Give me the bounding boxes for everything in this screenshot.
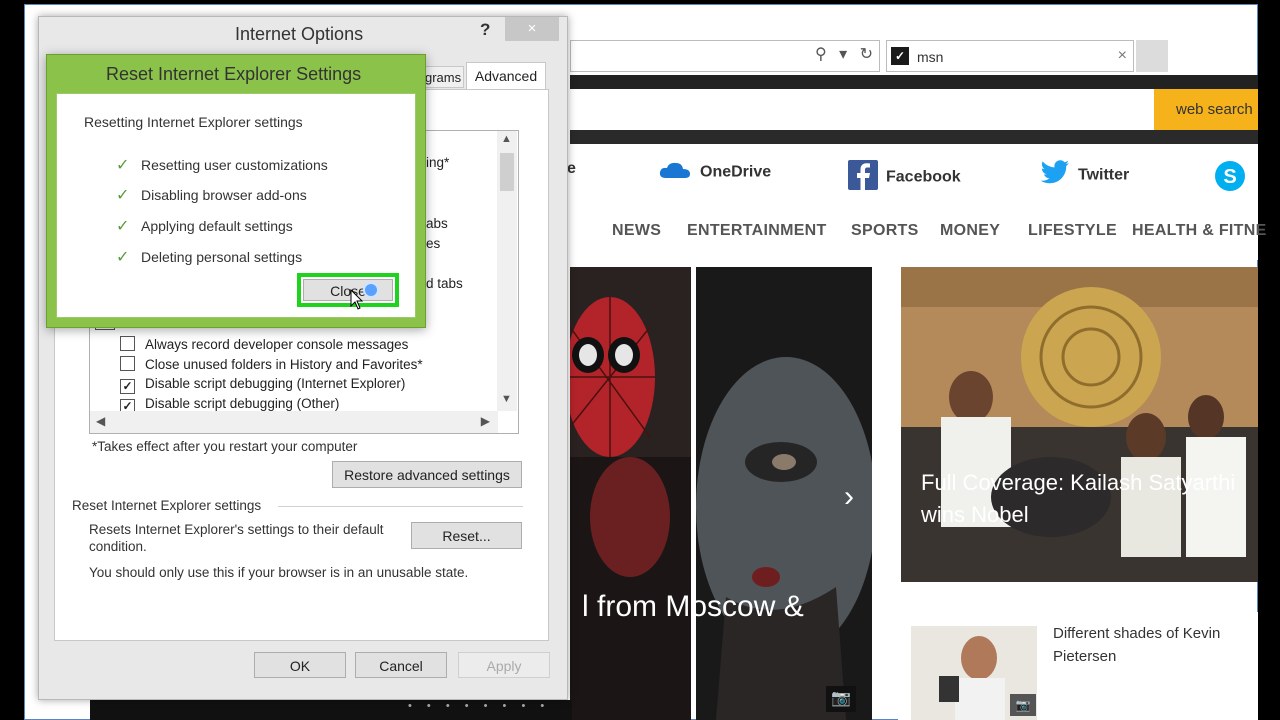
news-card-title[interactable]: Different shades of Kevin Pietersen — [1053, 622, 1253, 668]
setting-label: Close unused folders in History and Favo… — [145, 357, 423, 372]
msn-logo-icon: ✓ — [891, 47, 909, 65]
checkmark-icon: ✓ — [116, 157, 130, 174]
tab-title: msn — [917, 49, 944, 65]
address-bar-icons[interactable]: ⚲ ▾ ↻ — [815, 44, 877, 64]
news-caption[interactable]: Full Coverage: Kailash Satyarthi wins No… — [921, 467, 1251, 531]
vertical-scrollbar[interactable]: ▲ ▼ — [497, 131, 517, 411]
header-bar-lower — [570, 130, 1258, 144]
nav-lifestyle[interactable]: LIFESTYLE — [1028, 222, 1117, 240]
reset-step: ✓ Applying default settings — [116, 216, 293, 236]
quick-link-label: Facebook — [886, 168, 961, 186]
nav-money[interactable]: MONEY — [940, 222, 1000, 240]
reset-button[interactable]: Reset... — [411, 522, 522, 549]
checkbox-checked-icon[interactable]: ✓ — [120, 379, 135, 394]
setting-partial-text: ing* — [426, 155, 450, 170]
setting-partial-text: es — [426, 236, 441, 251]
facebook-icon — [848, 160, 878, 195]
setting-label: Disable script debugging (Internet Explo… — [145, 376, 406, 391]
hero-image-spiderman[interactable] — [570, 267, 691, 720]
horizontal-scrollbar[interactable]: ◀ ▶ — [90, 411, 498, 433]
checkbox-icon[interactable] — [120, 356, 135, 371]
reset-step-label: Deleting personal settings — [141, 249, 303, 265]
help-button[interactable]: ? — [480, 20, 490, 40]
hero-caption[interactable]: l from Moscow & — [582, 590, 804, 624]
unusable-note: You should only use this if your browser… — [89, 565, 469, 580]
reset-group-label: Reset Internet Explorer settings — [72, 498, 262, 513]
quick-link-label: Twitter — [1078, 166, 1130, 184]
setting-label: Disable script debugging (Other) — [145, 396, 340, 411]
camera-icon: 📷 — [1010, 694, 1036, 716]
skype-icon: S — [1214, 160, 1246, 197]
new-tab-button[interactable] — [1136, 40, 1168, 72]
reset-progress-label: Resetting Internet Explorer settings — [84, 114, 303, 130]
group-divider — [278, 506, 523, 507]
reset-step-label: Disabling browser add-ons — [141, 187, 307, 203]
checkmark-icon: ✓ — [116, 187, 130, 204]
news-image-nobel[interactable] — [901, 267, 1258, 582]
restart-note: *Takes effect after you restart your com… — [92, 439, 358, 454]
scroll-up-icon[interactable]: ▲ — [501, 133, 512, 145]
scroll-right-icon[interactable]: ▶ — [481, 414, 490, 428]
nav-sports[interactable]: SPORTS — [851, 222, 919, 240]
setting-label: Always record developer console messages — [145, 337, 409, 352]
twitter-icon — [1040, 160, 1070, 191]
nav-entertainment[interactable]: ENTERTAINMENT — [687, 222, 827, 240]
nav-news[interactable]: NEWS — [612, 222, 661, 240]
scroll-down-icon[interactable]: ▼ — [501, 393, 512, 405]
svg-text:S: S — [1223, 166, 1236, 188]
reset-step: ✓ Deleting personal settings — [116, 247, 302, 267]
dialog-title: Internet Options — [235, 24, 364, 44]
setting-partial-text: d tabs — [426, 276, 463, 291]
quick-link-label: OneDrive — [700, 163, 772, 181]
quick-link-skype[interactable]: S — [1214, 160, 1254, 197]
setting-always-record-console[interactable]: Always record developer console messages — [120, 336, 408, 352]
tab-advanced[interactable]: Advanced — [466, 62, 546, 90]
click-indicator — [363, 282, 379, 298]
checkbox-icon[interactable] — [120, 336, 135, 351]
browser-tab-msn[interactable]: ✓ msn × — [886, 40, 1134, 72]
cloud-icon — [658, 160, 692, 185]
setting-partial-text: abs — [426, 216, 448, 231]
setting-disable-script-debug-ie[interactable]: ✓ Disable script debugging (Internet Expl… — [120, 376, 405, 394]
scroll-left-icon[interactable]: ◀ — [96, 414, 105, 428]
setting-close-unused-folders[interactable]: Close unused folders in History and Favo… — [120, 356, 423, 372]
quick-link-onedrive[interactable]: OneDrive — [658, 160, 771, 185]
tab-close-icon[interactable]: × — [1118, 47, 1127, 65]
nav-health-fitness[interactable]: HEALTH & FITNE — [1132, 222, 1267, 240]
apply-button[interactable]: Apply — [458, 652, 550, 678]
tab-programs[interactable]: grams — [424, 66, 464, 88]
checkmark-icon: ✓ — [116, 249, 130, 266]
reset-step-label: Resetting user customizations — [141, 157, 328, 173]
reset-step-label: Applying default settings — [141, 218, 293, 234]
header-bar — [570, 75, 1258, 89]
reset-description: Resets Internet Explorer's settings to t… — [89, 522, 384, 554]
reset-step: ✓ Disabling browser add-ons — [116, 185, 307, 205]
scroll-thumb[interactable] — [500, 153, 514, 191]
mouse-cursor-icon — [350, 288, 364, 314]
cancel-button[interactable]: Cancel — [355, 652, 447, 678]
reset-step: ✓ Resetting user customizations — [116, 155, 328, 175]
ok-button[interactable]: OK — [254, 652, 346, 678]
restore-advanced-settings-button[interactable]: Restore advanced settings — [332, 461, 522, 488]
quick-link-twitter[interactable]: Twitter — [1040, 160, 1129, 191]
quick-link-partial[interactable]: e — [567, 160, 576, 178]
web-search-button[interactable]: web search — [1154, 89, 1258, 130]
close-button[interactable]: Close — [303, 279, 393, 301]
camera-icon: 📷 — [826, 686, 856, 712]
quick-link-facebook[interactable]: Facebook — [848, 160, 961, 195]
carousel-next-icon[interactable]: › — [844, 480, 854, 514]
checkmark-icon: ✓ — [116, 218, 130, 235]
carousel-dots[interactable]: • • • • • • • • — [408, 700, 550, 712]
reset-dialog-title: Reset Internet Explorer Settings — [106, 64, 362, 84]
dialog-close-button[interactable]: × — [505, 17, 559, 41]
